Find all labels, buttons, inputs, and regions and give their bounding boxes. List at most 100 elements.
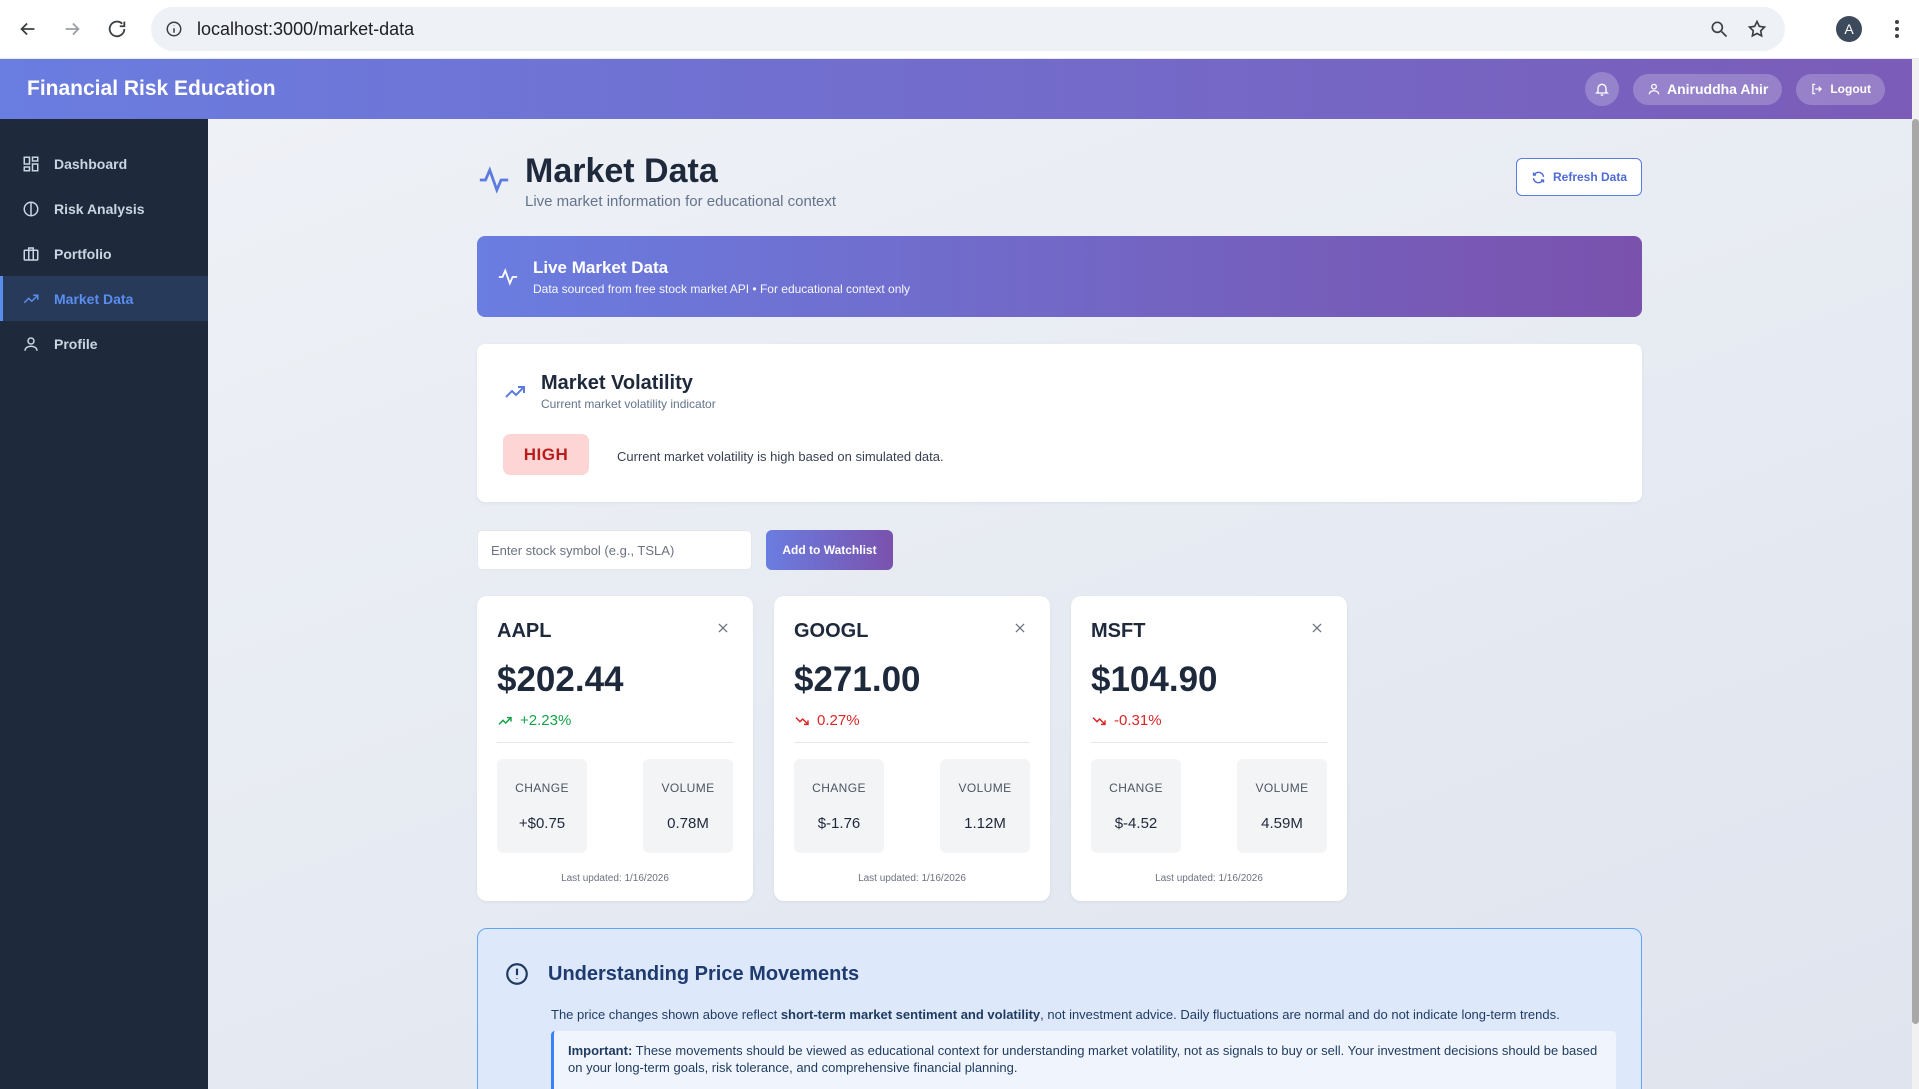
add-to-watchlist-button[interactable]: Add to Watchlist [766, 530, 893, 570]
last-updated: Last updated: 1/16/2026 [1155, 873, 1263, 884]
reload-icon [108, 20, 126, 38]
app-header: Financial Risk Education Aniruddha Ahir … [0, 59, 1912, 119]
info-text-part: The price changes shown above reflect [551, 1007, 781, 1022]
bell-icon [1595, 83, 1609, 96]
sidebar-item-dashboard[interactable]: Dashboard [0, 141, 208, 186]
volatility-title: Market Volatility [541, 372, 693, 394]
arrow-left-icon [20, 22, 35, 36]
trend-up-icon [498, 716, 512, 725]
main-content: Market Data Live market information for … [208, 119, 1912, 1089]
metric-value: $-1.76 [817, 815, 861, 832]
stock-price: $271.00 [794, 660, 921, 699]
volatility-subtitle: Current market volatility indicator [541, 397, 716, 411]
important-note: Important: These movements should be vie… [551, 1031, 1616, 1089]
volatility-card: Market Volatility Current market volatil… [477, 344, 1642, 502]
refresh-data-button[interactable]: Refresh Data [1516, 158, 1642, 196]
close-icon [1015, 623, 1025, 633]
address-bar[interactable]: localhost:3000/market-data [151, 7, 1785, 51]
notifications-button[interactable] [1584, 72, 1619, 106]
banner-subtitle: Data sourced from free stock market API … [533, 281, 911, 296]
metric-label: VOLUME [958, 781, 1012, 795]
stock-card-aapl: AAPL $202.44 +2.23% CHANGE +$0.75 VOLUME… [477, 596, 753, 901]
forward-button[interactable] [50, 7, 94, 51]
stock-symbol: GOOGL [794, 620, 869, 642]
app-title[interactable]: Financial Risk Education [27, 77, 276, 101]
remove-stock-button[interactable] [713, 618, 733, 638]
sidebar-item-label: Risk Analysis [54, 200, 145, 217]
change-metric: CHANGE $-1.76 [794, 759, 884, 853]
stock-symbol-input[interactable] [477, 530, 752, 570]
change-metric: CHANGE $-4.52 [1091, 759, 1181, 853]
volatility-level-badge: HIGH [503, 434, 589, 475]
scroll-thumb[interactable] [1912, 119, 1919, 1024]
logout-button[interactable]: Logout [1796, 73, 1885, 105]
volume-metric: VOLUME 4.59M [1237, 759, 1327, 853]
metric-label: CHANGE [515, 781, 569, 795]
banner-title: Live Market Data [533, 257, 669, 277]
sidebar: Dashboard Risk Analysis Portfolio Market… [0, 119, 208, 1089]
zoom-icon[interactable] [1709, 19, 1729, 39]
back-button[interactable] [6, 7, 50, 51]
metric-label: VOLUME [661, 781, 715, 795]
divider [794, 742, 1030, 743]
info-text: The price changes shown above reflect sh… [551, 1007, 1560, 1022]
page-subtitle: Live market information for educational … [525, 193, 836, 210]
half-circle-icon [23, 201, 39, 216]
sidebar-item-label: Dashboard [54, 155, 128, 172]
last-updated: Last updated: 1/16/2026 [858, 873, 966, 884]
bookmark-star-icon[interactable] [1747, 19, 1767, 39]
stock-symbol: AAPL [497, 620, 552, 642]
percent-value: 0.27% [817, 712, 860, 729]
info-text-part: , not investment advice. Daily fluctuati… [1040, 1007, 1560, 1022]
browser-menu-button[interactable] [1884, 16, 1910, 42]
last-updated: Last updated: 1/16/2026 [561, 873, 669, 884]
trend-up-icon [505, 386, 525, 398]
trend-down-icon [795, 716, 809, 725]
user-menu-button[interactable]: Aniruddha Ahir [1632, 73, 1783, 105]
logout-icon [1812, 83, 1823, 95]
user-icon [1648, 83, 1660, 95]
stock-symbol: MSFT [1091, 620, 1146, 642]
page-scrollbar[interactable] [1912, 59, 1919, 1089]
metric-value: $-4.52 [1114, 815, 1158, 832]
close-icon [1312, 623, 1322, 633]
sidebar-item-label: Market Data [54, 290, 134, 307]
stock-percent-change: 0.27% [794, 712, 860, 729]
live-data-banner: Live Market Data Data sourced from free … [477, 236, 1642, 317]
remove-stock-button[interactable] [1307, 618, 1327, 638]
arrow-right-icon [65, 22, 80, 36]
sidebar-item-risk-analysis[interactable]: Risk Analysis [0, 186, 208, 231]
grid-icon [23, 156, 39, 171]
stock-price: $202.44 [497, 660, 624, 699]
page-title: Market Data [525, 152, 718, 190]
logout-label: Logout [1830, 82, 1871, 96]
browser-toolbar: localhost:3000/market-data A [0, 0, 1919, 59]
important-label: Important: [568, 1043, 633, 1058]
sidebar-item-profile[interactable]: Profile [0, 321, 208, 366]
sidebar-item-label: Profile [54, 335, 98, 352]
activity-icon [479, 166, 509, 194]
refresh-icon [1532, 171, 1545, 183]
site-info-icon[interactable] [165, 20, 183, 38]
reload-button[interactable] [95, 7, 139, 51]
metric-value: 0.78M [667, 815, 709, 832]
divider [1091, 742, 1327, 743]
remove-stock-button[interactable] [1010, 618, 1030, 638]
info-title: Understanding Price Movements [548, 962, 860, 985]
close-icon [718, 623, 728, 633]
metric-value: 4.59M [1261, 815, 1303, 832]
sidebar-item-portfolio[interactable]: Portfolio [0, 231, 208, 276]
sidebar-item-label: Portfolio [54, 245, 112, 262]
profile-avatar[interactable]: A [1836, 16, 1862, 42]
volume-metric: VOLUME 1.12M [940, 759, 1030, 853]
stock-card-msft: MSFT $104.90 -0.31% CHANGE $-4.52 VOLUME… [1071, 596, 1347, 901]
metric-value: 1.12M [964, 815, 1006, 832]
user-icon [24, 336, 38, 351]
volume-metric: VOLUME 0.78M [643, 759, 733, 853]
alert-circle-icon [506, 963, 528, 985]
volatility-description: Current market volatility is high based … [617, 449, 944, 464]
percent-value: -0.31% [1114, 712, 1162, 729]
sidebar-item-market-data[interactable]: Market Data [0, 276, 208, 321]
user-name: Aniruddha Ahir [1666, 81, 1769, 97]
change-metric: CHANGE +$0.75 [497, 759, 587, 853]
